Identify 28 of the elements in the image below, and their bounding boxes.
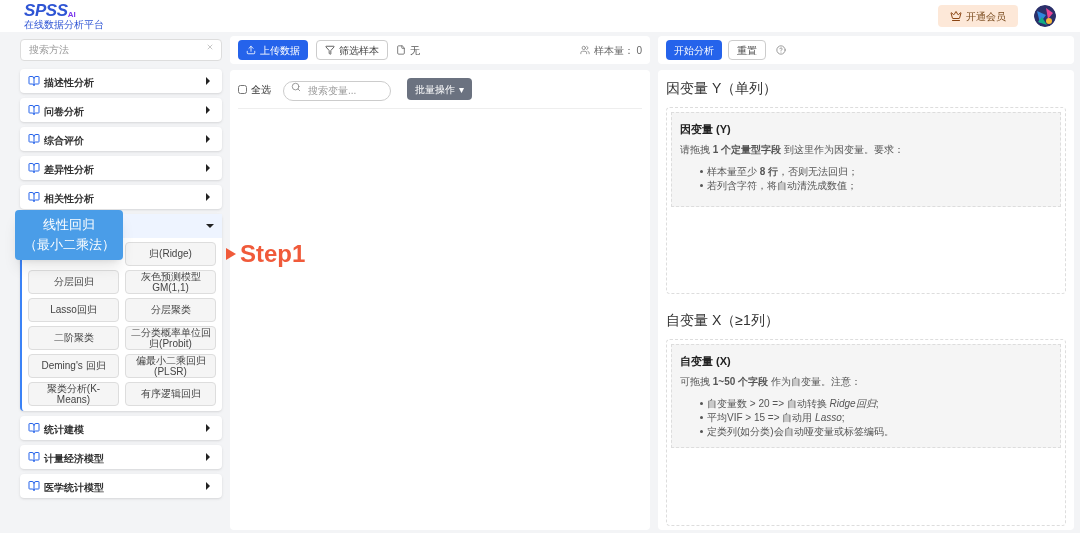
file-name: 无 bbox=[410, 43, 420, 58]
hint-text: 可拖拽 1~50 个字段 作为自变量。注意： bbox=[680, 374, 862, 389]
hint-title: 自变量 (X) bbox=[680, 354, 732, 369]
category-label: 差异性分析 bbox=[44, 163, 94, 175]
hint-item: 样本量至少 8 行，否则无法回归； bbox=[707, 164, 859, 179]
hint-item: 自变量数 > 20 => 自动转换 Ridge回归; bbox=[707, 396, 879, 411]
hint-item: 定类列(如分类)会自动哑变量或标签编码。 bbox=[707, 424, 894, 439]
category-label: 相关性分析 bbox=[44, 192, 94, 204]
logo: SPSS bbox=[24, 2, 68, 19]
category-label: 描述性分析 bbox=[44, 76, 94, 88]
hint-item: 若列含字符，将自动清洗成数值； bbox=[707, 178, 857, 193]
hint-title: 因变量 (Y) bbox=[680, 122, 732, 137]
step-label: Step1 bbox=[240, 240, 306, 268]
category-label: 统计建模 bbox=[44, 423, 84, 435]
category-label: 综合评价 bbox=[44, 134, 84, 146]
hint-item: 平均VIF > 15 => 自动用 Lasso; bbox=[707, 410, 845, 425]
category-label: 计量经济模型 bbox=[44, 452, 104, 464]
category-label: 医学统计模型 bbox=[44, 481, 104, 493]
select-all-label: 全选 bbox=[251, 82, 271, 97]
logo-suffix: AI bbox=[67, 11, 76, 19]
section-heading: 自变量 X（≥1列） bbox=[666, 311, 780, 330]
sample-size: 样本量： 0 bbox=[593, 43, 642, 58]
callout-text: （最小二乘法） bbox=[23, 236, 115, 254]
section-heading: 因变量 Y（单列） bbox=[666, 79, 779, 98]
callout-text: 线性回归 bbox=[43, 216, 95, 234]
logo-tagline: 在线数据分析平台 bbox=[24, 19, 104, 30]
category-label: 问卷分析 bbox=[44, 105, 84, 117]
hint-text: 请拖拽 1 个定量型字段 到这里作为因变量。要求： bbox=[680, 142, 905, 157]
